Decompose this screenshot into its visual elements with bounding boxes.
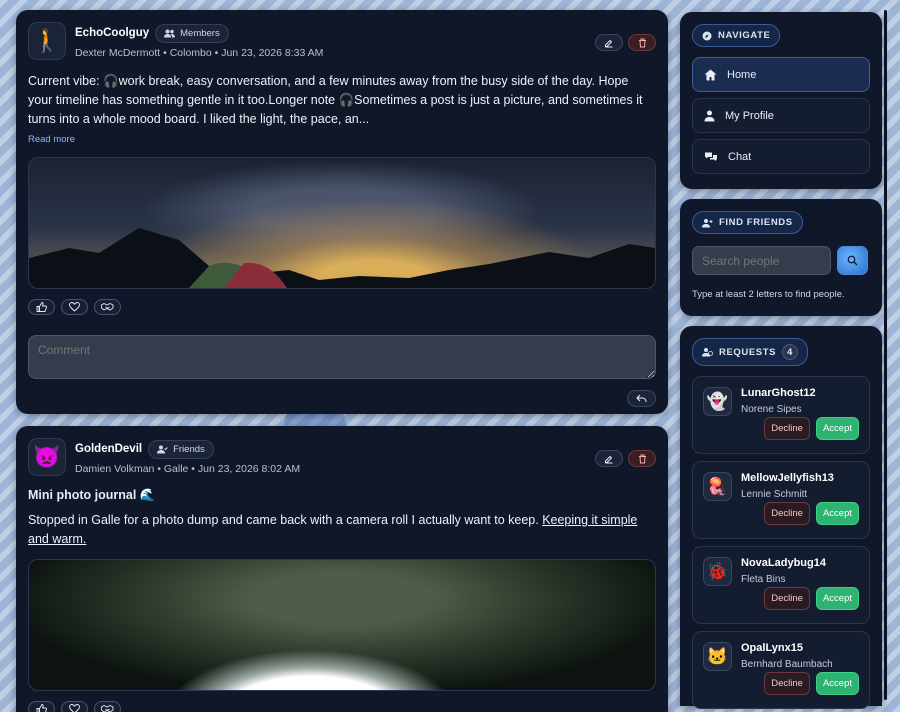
post-card: 👿 GoldenDevil Friends Damien Volkman • G… — [16, 426, 668, 712]
request-name: Norene Sipes — [741, 404, 802, 415]
post-meta: Damien Volkman • Galle • Jun 23, 2026 8:… — [75, 462, 301, 475]
compass-icon — [702, 31, 712, 40]
request-username[interactable]: MellowJellyfish13 — [741, 472, 834, 484]
find-friends-panel: FIND FRIENDS Type at least 2 letters to … — [680, 199, 882, 316]
read-more-link[interactable]: Read more — [28, 134, 75, 145]
request-card: 👻 LunarGhost12 Norene Sipes Decline Acce… — [692, 376, 870, 454]
request-username[interactable]: LunarGhost12 — [741, 387, 816, 399]
post-body: Stopped in Galle for a photo dump and ca… — [28, 513, 638, 546]
accept-button[interactable]: Accept — [815, 417, 859, 440]
user-icon — [704, 110, 715, 121]
chat-icon — [705, 152, 717, 161]
delete-post-button[interactable] — [628, 34, 656, 51]
trash-icon — [638, 38, 646, 47]
edit-icon — [605, 39, 613, 47]
heart-icon — [69, 302, 80, 312]
post-feed: 🚶 EchoCoolguy Members Dexter McDermott •… — [16, 10, 668, 712]
scrollbar[interactable] — [884, 10, 887, 700]
edit-icon — [605, 455, 613, 463]
sidebar-item-my-profile[interactable]: My Profile — [692, 98, 870, 133]
post-header: 👿 GoldenDevil Friends Damien Volkman • G… — [28, 438, 656, 476]
heart-icon — [69, 704, 80, 712]
reaction-bar — [28, 701, 656, 712]
decline-button[interactable]: Decline — [764, 587, 810, 610]
audience-badge: Friends — [148, 439, 214, 459]
request-username[interactable]: NovaLadybug14 — [741, 557, 826, 569]
post-card: 🚶 EchoCoolguy Members Dexter McDermott •… — [16, 10, 668, 414]
like-button[interactable] — [28, 701, 55, 712]
reply-icon — [636, 394, 647, 403]
user-plus-icon — [702, 218, 713, 227]
love-button[interactable] — [61, 299, 88, 315]
find-friends-tag: FIND FRIENDS — [692, 211, 803, 234]
trash-icon — [638, 454, 646, 463]
walking-person-icon[interactable]: 🚶 — [28, 22, 66, 60]
home-icon — [704, 69, 717, 80]
search-people-input[interactable] — [692, 246, 831, 275]
decline-button[interactable]: Decline — [764, 502, 810, 525]
request-username[interactable]: OpalLynx15 — [741, 642, 833, 654]
lynx-icon[interactable]: 🐱 — [703, 642, 732, 671]
request-card: 🐱 OpalLynx15 Bernhard Baumbach Decline A… — [692, 631, 870, 709]
navigate-panel: NAVIGATE Home My Profile Chat — [680, 12, 882, 189]
like-button[interactable] — [28, 299, 55, 315]
jellyfish-icon[interactable]: 🪼 — [703, 472, 732, 501]
audience-badge: Members — [155, 23, 229, 43]
post-username[interactable]: EchoCoolguy — [75, 27, 149, 39]
request-name: Bernhard Baumbach — [741, 659, 833, 670]
navigate-tag: NAVIGATE — [692, 24, 781, 47]
post-meta: Dexter McDermott • Colombo • Jun 23, 202… — [75, 46, 324, 59]
user-clock-icon — [702, 348, 713, 357]
handshake-icon — [101, 704, 114, 712]
sidebar: NAVIGATE Home My Profile Chat FIND FRIEN… — [680, 12, 882, 709]
devil-face-icon[interactable]: 👿 — [28, 438, 66, 476]
user-check-icon — [157, 445, 168, 453]
support-button[interactable] — [94, 299, 121, 315]
reply-button[interactable] — [627, 390, 656, 407]
edit-post-button[interactable] — [595, 450, 623, 467]
request-name: Fleta Bins — [741, 574, 786, 585]
accept-button[interactable]: Accept — [815, 587, 859, 610]
ladybug-icon[interactable]: 🐞 — [703, 557, 732, 586]
reaction-bar — [28, 299, 656, 315]
post-body: Current vibe: 🎧work break, easy conversa… — [28, 74, 643, 126]
decline-button[interactable]: Decline — [764, 672, 810, 695]
post-photo[interactable] — [28, 559, 656, 691]
sidebar-item-chat[interactable]: Chat — [692, 139, 870, 174]
users-icon — [164, 29, 176, 37]
support-button[interactable] — [94, 701, 121, 712]
thumbs-up-icon — [36, 302, 47, 312]
handshake-icon — [101, 302, 114, 311]
post-title: Mini photo journal 🌊 — [28, 488, 156, 502]
accept-button[interactable]: Accept — [815, 672, 859, 695]
post-photo[interactable] — [28, 157, 656, 289]
sidebar-item-home[interactable]: Home — [692, 57, 870, 92]
requests-panel: REQUESTS 4 👻 LunarGhost12 Norene Sipes D… — [680, 326, 882, 709]
delete-post-button[interactable] — [628, 450, 656, 467]
requests-tag: REQUESTS 4 — [692, 338, 809, 366]
search-icon — [847, 255, 858, 266]
mountain-silhouette — [29, 228, 655, 288]
request-card: 🐞 NovaLadybug14 Fleta Bins Decline Accep… — [692, 546, 870, 624]
request-card: 🪼 MellowJellyfish13 Lennie Schmitt Decli… — [692, 461, 870, 539]
love-button[interactable] — [61, 701, 88, 712]
search-hint: Type at least 2 letters to find people. — [692, 289, 845, 300]
post-header: 🚶 EchoCoolguy Members Dexter McDermott •… — [28, 22, 656, 60]
accept-button[interactable]: Accept — [815, 502, 859, 525]
comment-input[interactable] — [28, 335, 656, 379]
edit-post-button[interactable] — [595, 34, 623, 51]
decline-button[interactable]: Decline — [764, 417, 810, 440]
thumbs-up-icon — [36, 704, 47, 712]
request-name: Lennie Schmitt — [741, 489, 808, 500]
search-button[interactable] — [837, 246, 868, 275]
post-username[interactable]: GoldenDevil — [75, 443, 142, 455]
ghost-icon[interactable]: 👻 — [703, 387, 732, 416]
requests-count-badge: 4 — [782, 344, 799, 360]
